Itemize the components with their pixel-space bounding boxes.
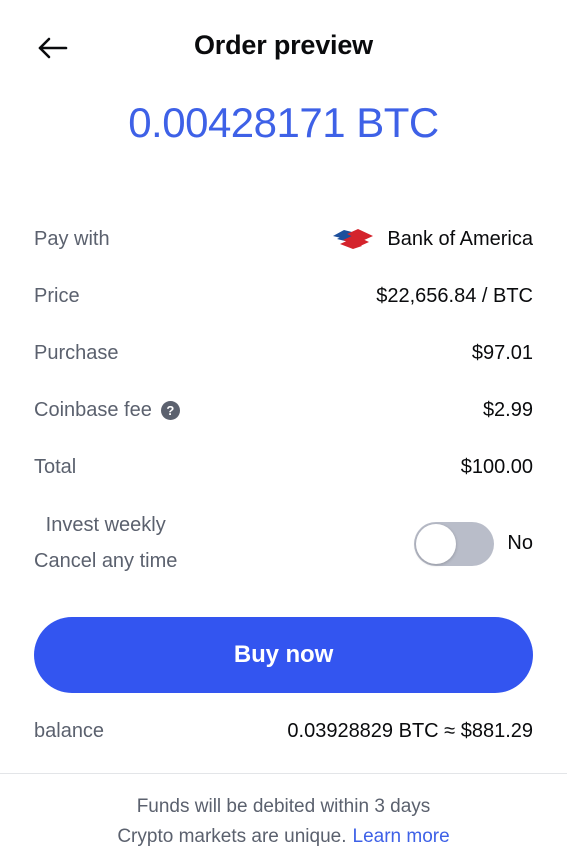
invest-weekly-toggle-wrap: No	[414, 521, 533, 566]
row-total: Total $100.00	[34, 452, 533, 482]
row-label: Price	[34, 284, 80, 307]
footer-line-2-wrap: Crypto markets are unique. Learn more	[0, 822, 567, 851]
question-mark-icon[interactable]: ?	[160, 400, 180, 420]
row-value: $97.01	[471, 341, 533, 364]
bank-of-america-logo	[331, 228, 375, 250]
row-label: Purchase	[34, 341, 119, 364]
footer-line-2: Crypto markets are unique.	[117, 825, 347, 847]
row-pay-with[interactable]: Pay with Bank of America	[34, 224, 533, 254]
crypto-amount: 0.00428171 BTC	[128, 99, 439, 146]
footer-note: Funds will be debited within 3 days Cryp…	[0, 773, 567, 867]
footer-line-1: Funds will be debited within 3 days	[136, 796, 431, 818]
order-details-list: Pay with Bank of America Price $22,656.8…	[0, 224, 567, 575]
balance-row: balance 0.03928829 BTC ≈ $881.29	[0, 720, 567, 743]
row-coinbase-fee: Coinbase fee ? $2.99	[34, 395, 533, 425]
invest-weekly-subtitle: Cancel any time	[34, 550, 178, 573]
row-purchase: Purchase $97.01	[34, 338, 533, 368]
row-price: Price $22,656.84 / BTC	[34, 281, 533, 311]
row-label: Pay with	[34, 227, 110, 250]
row-value: $2.99	[482, 398, 533, 421]
header-bar: Order preview	[0, 0, 567, 92]
buy-button-wrap: Buy now	[0, 617, 567, 694]
toggle-knob	[416, 523, 457, 564]
pay-with-value: Bank of America	[387, 227, 533, 250]
row-value-wrap: Bank of America	[331, 228, 533, 251]
invest-weekly-title: Invest weekly	[45, 514, 166, 537]
row-value: $22,656.84 / BTC	[376, 284, 533, 307]
balance-label: balance	[34, 720, 105, 743]
page-title: Order preview	[194, 30, 373, 60]
invest-weekly-toggle[interactable]	[414, 521, 495, 566]
row-invest-weekly: Invest weekly Cancel any time No	[34, 512, 533, 575]
row-label: Total	[34, 455, 77, 478]
balance-value: 0.03928829 BTC ≈ $881.29	[287, 720, 533, 743]
row-value: $100.00	[460, 455, 533, 478]
buy-now-button[interactable]: Buy now	[34, 617, 533, 694]
coinbase-fee-label: Coinbase fee	[34, 398, 152, 421]
invest-weekly-label: Invest weekly Cancel any time	[34, 512, 177, 575]
row-label-wrap: Coinbase fee ?	[34, 397, 180, 424]
toggle-state-label: No	[507, 532, 533, 555]
learn-more-link[interactable]: Learn more	[353, 826, 450, 847]
order-preview-screen: Order preview 0.00428171 BTC Pay with Ba…	[0, 0, 567, 867]
